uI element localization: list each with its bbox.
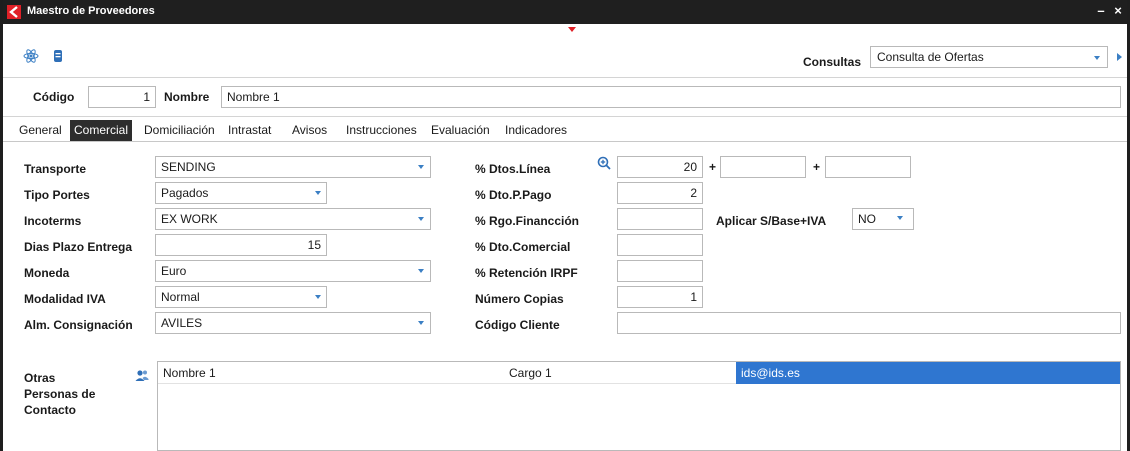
moneda-value: Euro — [161, 264, 187, 278]
consultas-dropdown-arrow-icon[interactable] — [1094, 56, 1100, 60]
modalidad-iva-select[interactable]: Normal — [155, 286, 327, 308]
dto-comercial-label: % Dto.Comercial — [475, 240, 571, 254]
atom-icon[interactable] — [23, 48, 39, 64]
codigo-cliente-label: Código Cliente — [475, 318, 560, 332]
retencion-field[interactable] — [617, 260, 703, 282]
minimize-button[interactable]: – — [1095, 3, 1107, 18]
tab-indicadores[interactable]: Indicadores — [502, 120, 570, 141]
consultas-select-value: Consulta de Ofertas — [877, 50, 984, 64]
modalidad-iva-dropdown-arrow-icon[interactable] — [315, 295, 321, 299]
window-title: Maestro de Proveedores — [27, 5, 155, 17]
codigo-cliente-field[interactable] — [617, 312, 1121, 334]
num-copias-field[interactable]: 1 — [617, 286, 703, 308]
dto-comercial-field[interactable] — [617, 234, 703, 256]
nombre-label: Nombre — [164, 90, 210, 104]
alm-consignacion-dropdown-arrow-icon[interactable] — [418, 321, 424, 325]
incoterms-select[interactable]: EX WORK — [155, 208, 431, 230]
contact-cargo-cell[interactable]: Cargo 1 — [396, 362, 736, 384]
next-arrow-icon[interactable] — [1117, 53, 1122, 61]
transporte-value: SENDING — [161, 160, 216, 174]
dto-ppago-value: 2 — [690, 186, 697, 200]
num-copias-label: Número Copias — [475, 292, 564, 306]
app-logo-icon — [7, 5, 21, 19]
tab-domiciliacion[interactable]: Domiciliación — [141, 120, 218, 141]
contact-nombre-cell[interactable]: Nombre 1 — [158, 362, 396, 384]
alm-consignacion-value: AVILES — [161, 316, 203, 330]
codigo-label: Código — [33, 90, 75, 104]
incoterms-dropdown-arrow-icon[interactable] — [418, 217, 424, 221]
contacts-label-line-3: Contacto — [24, 403, 76, 417]
rgo-financ-field[interactable] — [617, 208, 703, 230]
alm-consignacion-select[interactable]: AVILES — [155, 312, 431, 334]
incoterms-label: Incoterms — [24, 214, 82, 228]
incoterms-value: EX WORK — [161, 212, 218, 226]
dias-plazo-field[interactable]: 15 — [155, 234, 327, 256]
tab-comercial[interactable]: Comercial — [70, 120, 133, 141]
dtos-linea-label: % Dtos.Línea — [475, 162, 551, 176]
codigo-field[interactable]: 1 — [88, 86, 156, 108]
modalidad-iva-value: Normal — [161, 290, 200, 304]
moneda-select[interactable]: Euro — [155, 260, 431, 282]
retencion-label: % Retención IRPF — [475, 266, 578, 280]
modalidad-iva-label: Modalidad IVA — [24, 292, 106, 306]
dtos-linea-field-1[interactable]: 20 — [617, 156, 703, 178]
transporte-dropdown-arrow-icon[interactable] — [418, 165, 424, 169]
tab-instrucciones[interactable]: Instrucciones — [343, 120, 420, 141]
dias-plazo-label: Dias Plazo Entrega — [24, 240, 133, 254]
aplicar-value: NO — [858, 212, 876, 226]
collapse-marker-icon[interactable] — [568, 27, 576, 32]
dias-plazo-value: 15 — [307, 238, 321, 252]
tab-evaluacion[interactable]: Evaluación — [428, 120, 493, 141]
tab-strip-divider — [3, 141, 1127, 142]
dtos-linea-field-3[interactable] — [825, 156, 911, 178]
alm-consignacion-label: Alm. Consignación — [24, 318, 133, 332]
nombre-value: Nombre 1 — [227, 90, 280, 104]
tipo-portes-value: Pagados — [161, 186, 209, 200]
tab-general[interactable]: General — [16, 120, 65, 141]
dto-ppago-label: % Dto.P.Pago — [475, 188, 552, 202]
contacts-grid[interactable]: Nombre 1 Cargo 1 ids@ids.es — [157, 361, 1121, 451]
codigo-value: 1 — [143, 90, 150, 104]
aplicar-dropdown-arrow-icon[interactable] — [897, 216, 903, 220]
rgo-financ-label: % Rgo.Financción — [475, 214, 580, 228]
title-bar: Maestro de Proveedores – × — [0, 0, 1130, 24]
transporte-label: Transporte — [24, 162, 87, 176]
tipo-portes-select[interactable]: Pagados — [155, 182, 327, 204]
table-row[interactable]: Nombre 1 Cargo 1 ids@ids.es — [158, 362, 1120, 384]
zoom-in-icon[interactable] — [597, 156, 611, 170]
consultas-label: Consultas — [803, 55, 862, 69]
aplicar-label: Aplicar S/Base+IVA — [716, 214, 827, 228]
close-button[interactable]: × — [1111, 3, 1125, 18]
moneda-dropdown-arrow-icon[interactable] — [418, 269, 424, 273]
contacts-label-line-1: Otras — [24, 371, 56, 385]
dtos-linea-value-1: 20 — [683, 160, 697, 174]
dto-ppago-field[interactable]: 2 — [617, 182, 703, 204]
header-divider — [3, 116, 1127, 117]
plus-sign-2: + — [813, 160, 821, 174]
add-contact-icon[interactable] — [134, 368, 150, 384]
tipo-portes-dropdown-arrow-icon[interactable] — [315, 191, 321, 195]
contact-email-cell[interactable]: ids@ids.es — [736, 362, 1120, 384]
nombre-field[interactable]: Nombre 1 — [221, 86, 1121, 108]
plus-sign-1: + — [709, 160, 717, 174]
tab-intrastat[interactable]: Intrastat — [225, 120, 274, 141]
consultas-select[interactable]: Consulta de Ofertas — [870, 46, 1108, 68]
database-icon[interactable] — [50, 48, 66, 64]
contacts-label-line-2: Personas de — [24, 387, 96, 401]
num-copias-value: 1 — [690, 290, 697, 304]
tab-avisos[interactable]: Avisos — [289, 120, 330, 141]
moneda-label: Moneda — [24, 266, 70, 280]
aplicar-select[interactable]: NO — [852, 208, 914, 230]
dtos-linea-field-2[interactable] — [720, 156, 806, 178]
tipo-portes-label: Tipo Portes — [24, 188, 90, 202]
transporte-select[interactable]: SENDING — [155, 156, 431, 178]
